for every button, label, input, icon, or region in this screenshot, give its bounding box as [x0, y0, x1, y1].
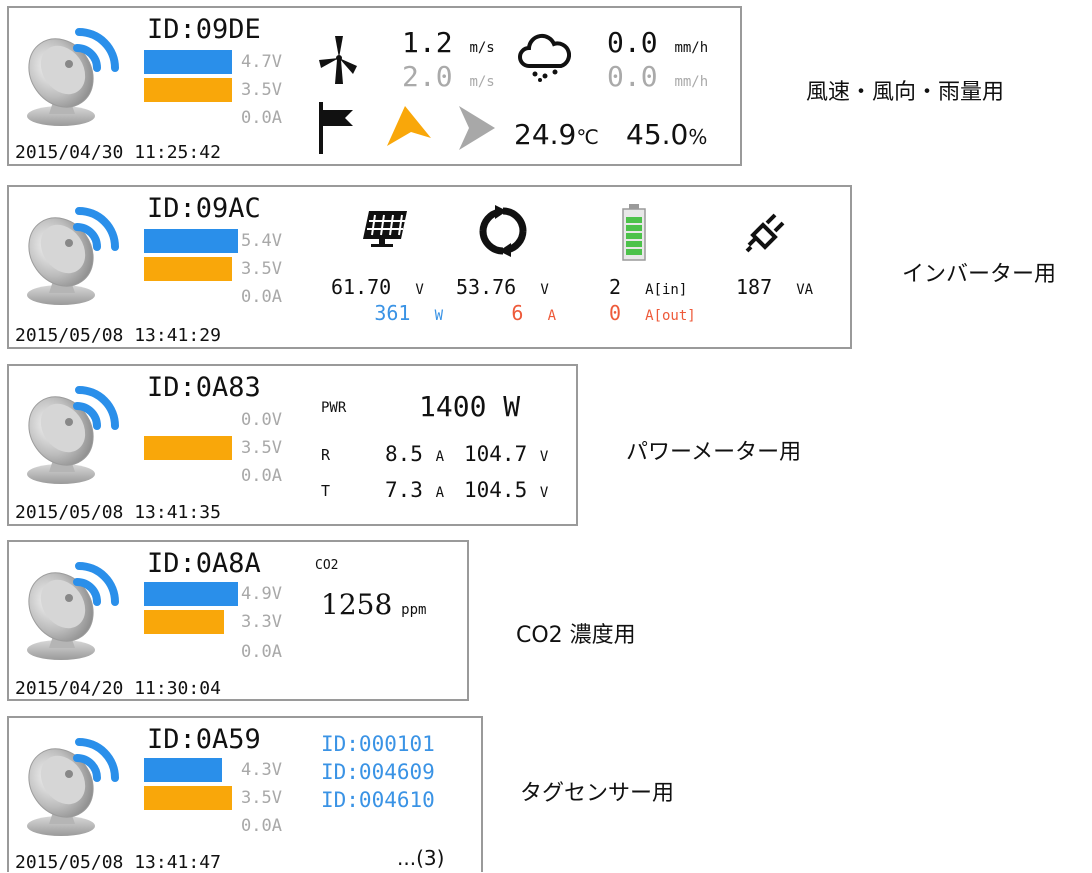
device-id: ID:0A83: [147, 372, 261, 403]
phase-t-voltage: 104.5 V: [464, 478, 549, 502]
power-label: PWR: [321, 400, 347, 416]
inverter-card[interactable]: ID:09AC 5.4V 3.5V 0.0A 2015/05/08 13:41:…: [7, 185, 852, 349]
timestamp: 2015/05/08 13:41:35: [15, 502, 221, 523]
wind-speed: 1.2 m/s: [402, 26, 495, 59]
more-tags-link[interactable]: ...(3): [397, 846, 444, 870]
battery-voltage-bar: [144, 582, 238, 606]
co2-value: 1258 ppm: [321, 588, 427, 621]
power-value: 1400 W: [419, 390, 521, 423]
device-id: ID:0A8A: [147, 548, 261, 579]
battery-voltage: 5.4V: [241, 231, 282, 251]
satellite-dish-icon: [19, 376, 129, 486]
phase-r-label: R: [321, 446, 331, 464]
supply-voltage-bar: [144, 436, 232, 460]
battery-current-in: 2 A[in]: [609, 275, 688, 299]
timestamp: 2015/05/08 13:41:29: [15, 325, 221, 346]
refresh-cycle-icon: [479, 205, 527, 257]
tag-id[interactable]: ID:000101: [321, 732, 435, 756]
phase-r-current: 8.5 A: [385, 442, 445, 466]
tag-id[interactable]: ID:004610: [321, 788, 435, 812]
satellite-dish-icon: [19, 197, 129, 307]
card-caption-inverter: インバーター用: [902, 262, 1057, 287]
solar-power: 361 W: [374, 301, 443, 325]
device-id: ID:0A59: [147, 724, 261, 755]
card-caption-tag-sensor: タグセンサー用: [520, 781, 675, 806]
device-id: ID:09DE: [147, 14, 261, 45]
card-caption-co2: CO2 濃度用: [516, 623, 636, 648]
phase-r-voltage: 104.7 V: [464, 442, 549, 466]
phase-t-current: 7.3 A: [385, 478, 445, 502]
supply-voltage: 3.5V: [241, 259, 282, 279]
battery-voltage-bar: [144, 758, 222, 782]
battery-voltage: 4.9V: [241, 584, 282, 604]
phase-t-label: T: [321, 482, 331, 500]
current: 0.0A: [241, 466, 282, 486]
battery-voltage: 0.0V: [241, 410, 282, 430]
timestamp: 2015/05/08 13:41:47: [15, 852, 221, 873]
current: 0.0A: [241, 108, 282, 128]
supply-voltage-bar: [144, 786, 232, 810]
battery-voltage-bar: [144, 229, 238, 253]
supply-voltage-bar: [144, 257, 232, 281]
battery-voltage: 4.7V: [241, 52, 282, 72]
solar-panel-icon: [363, 211, 407, 247]
windmill-icon: [319, 36, 357, 84]
co2-sensor-card[interactable]: ID:0A8A 4.9V 3.3V 0.0A 2015/04/20 11:30:…: [7, 540, 469, 701]
card-caption-power-meter: パワーメーター用: [626, 440, 802, 465]
temperature: 24.9℃: [514, 118, 599, 151]
battery-icon: [622, 204, 646, 261]
wind-direction-arrow-icon: [387, 106, 431, 146]
battery-voltage: 4.3V: [241, 760, 282, 780]
satellite-dish-icon: [19, 552, 129, 662]
supply-voltage-bar: [144, 78, 232, 102]
wind-direction-max-arrow-icon: [459, 106, 495, 150]
tag-sensor-card[interactable]: ID:0A59 4.3V 3.5V 0.0A 2015/05/08 13:41:…: [7, 716, 483, 873]
battery-voltage-bar: [144, 50, 232, 74]
power-meter-card[interactable]: ID:0A83 0.0V 3.5V 0.0A 2015/05/08 13:41:…: [7, 364, 578, 526]
timestamp: 2015/04/30 11:25:42: [15, 142, 221, 163]
supply-voltage: 3.5V: [241, 788, 282, 808]
satellite-dish-icon: [19, 18, 129, 128]
supply-voltage: 3.5V: [241, 438, 282, 458]
satellite-dish-icon: [19, 728, 129, 838]
device-id: ID:09AC: [147, 193, 261, 224]
supply-voltage: 3.5V: [241, 80, 282, 100]
wind-speed-max: 2.0 m/s: [402, 60, 495, 93]
cycle-voltage: 53.76 V: [456, 275, 549, 299]
plug-icon: [745, 213, 785, 253]
co2-label: CO2: [315, 558, 339, 573]
flag-icon: [319, 102, 353, 154]
weather-sensor-card[interactable]: ID:09DE 4.7V 3.5V 0.0A 2015/04/30 11:25:…: [7, 6, 742, 166]
current: 0.0A: [241, 642, 282, 662]
rain-cloud-icon: [518, 33, 571, 82]
rainfall: 0.0 mm/h: [607, 26, 709, 59]
solar-voltage: 61.70 V: [331, 275, 424, 299]
cycle-current: 6 A: [511, 301, 556, 325]
current: 0.0A: [241, 287, 282, 307]
current: 0.0A: [241, 816, 282, 836]
supply-voltage: 3.3V: [241, 612, 282, 632]
supply-voltage-bar: [144, 610, 224, 634]
battery-current-out: 0 A[out]: [609, 301, 696, 325]
card-caption-weather: 風速・風向・雨量用: [806, 80, 1005, 105]
humidity: 45.0%: [626, 118, 708, 151]
load-apparent-power: 187 VA: [736, 275, 814, 299]
tag-id[interactable]: ID:004609: [321, 760, 435, 784]
timestamp: 2015/04/20 11:30:04: [15, 678, 221, 699]
rainfall-max: 0.0 mm/h: [607, 60, 709, 93]
